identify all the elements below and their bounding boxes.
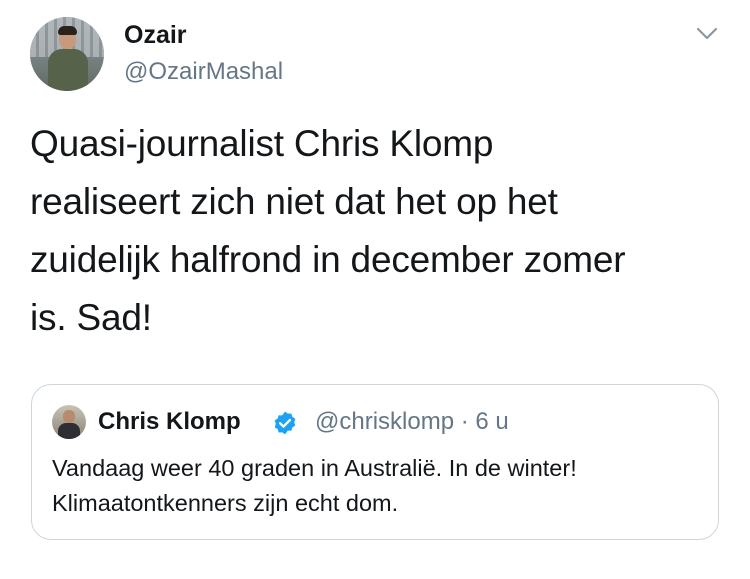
tweet-card: Ozair @OzairMashal Quasi-journalist Chri… <box>0 0 750 579</box>
quoted-author-handle-time: @chrisklomp · 6 u <box>315 408 509 435</box>
tweet-text: Quasi-journalist Chris Klomp realiseert … <box>30 115 730 347</box>
author-handle[interactable]: @OzairMashal <box>124 58 283 86</box>
quoted-text-line: Klimaatontkenners zijn echt dom. <box>52 490 399 516</box>
tweet-text-line: zuidelijk halfrond in december zomer <box>30 239 626 280</box>
quoted-tweet[interactable]: Chris Klomp @chrisklomp · 6 u Vandaag we… <box>31 384 719 540</box>
quoted-tweet-text: Vandaag weer 40 graden in Australië. In … <box>52 451 712 521</box>
quoted-author-avatar <box>52 405 86 439</box>
quoted-text-line: Vandaag weer 40 graden in Australië. In … <box>52 455 577 481</box>
tweet-text-line: realiseert zich niet dat het op het <box>30 181 558 222</box>
tweet-text-line: is. Sad! <box>30 297 152 338</box>
tweet-menu-button[interactable] <box>692 22 722 46</box>
chevron-down-icon <box>696 27 718 40</box>
quoted-author-name: Chris Klomp <box>98 408 241 435</box>
verified-badge-icon <box>274 411 296 435</box>
author-name[interactable]: Ozair <box>124 21 187 50</box>
author-avatar[interactable] <box>30 17 104 91</box>
tweet-text-line: Quasi-journalist Chris Klomp <box>30 123 494 164</box>
